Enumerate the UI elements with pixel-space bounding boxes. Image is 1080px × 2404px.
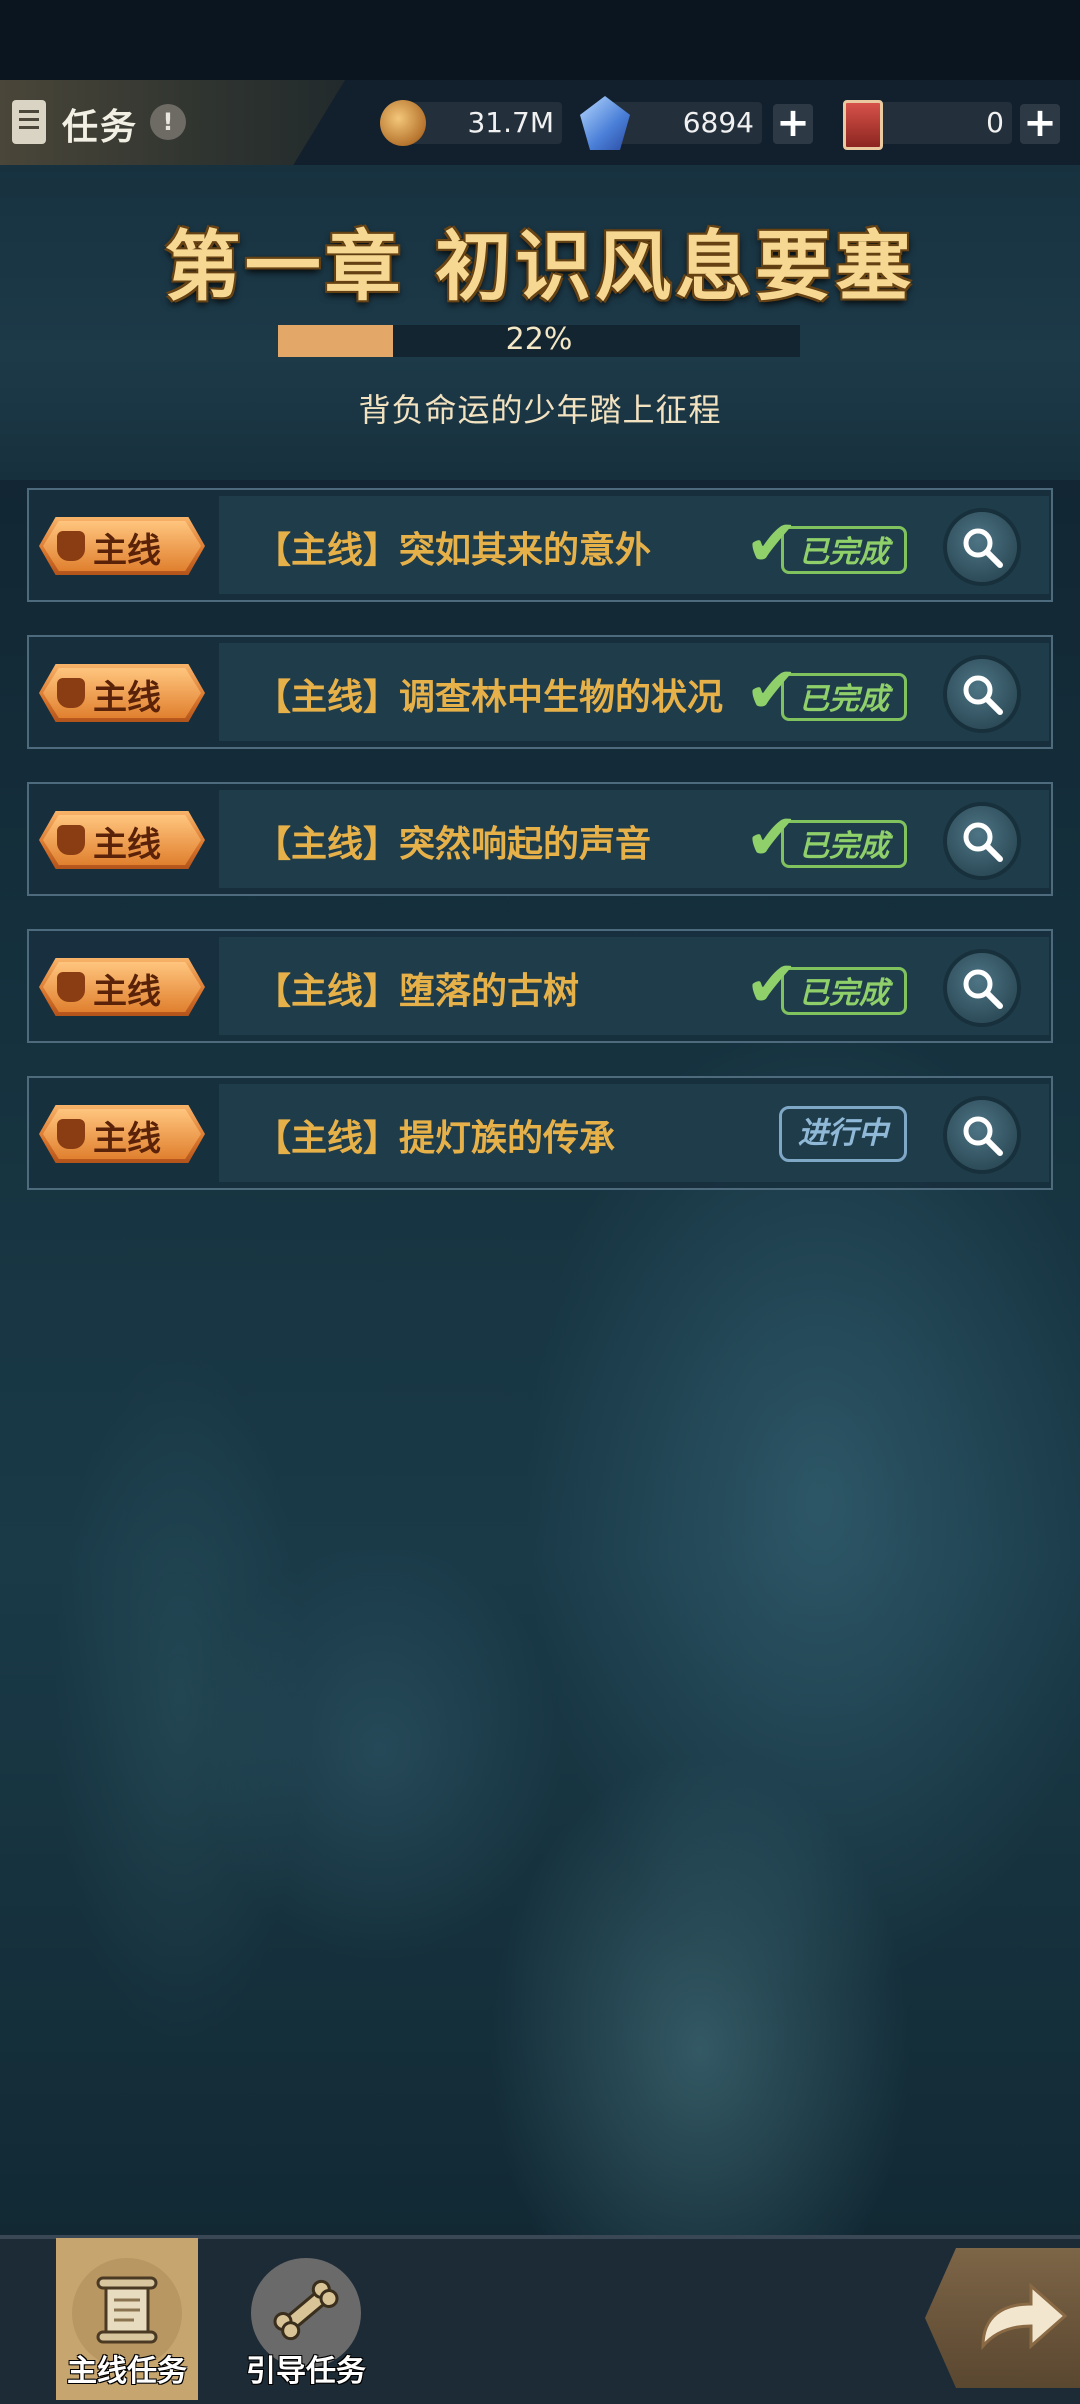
chapter-subtitle: 背负命运的少年踏上征程 bbox=[358, 391, 722, 429]
main-quest-badge: 主线 bbox=[39, 958, 205, 1016]
quest-name: 【主线】突然响起的声音 bbox=[255, 824, 652, 865]
badge-emblem-icon bbox=[57, 678, 85, 708]
page-title: 任务 bbox=[62, 107, 139, 148]
quest-search-button[interactable] bbox=[947, 659, 1017, 729]
search-icon bbox=[963, 822, 1003, 862]
quest-search-button[interactable] bbox=[947, 806, 1017, 876]
tab-guide-quests[interactable]: 引导任务 bbox=[235, 2238, 377, 2400]
chapter-progress-text: 22% bbox=[505, 322, 573, 357]
quest-row[interactable]: 主线 【主线】堕落的古树 已完成 ✔ bbox=[27, 929, 1053, 1043]
status-completed: 已完成 ✔ bbox=[741, 804, 911, 876]
quest-row[interactable]: 主线 【主线】突然响起的声音 已完成 ✔ bbox=[27, 782, 1053, 896]
badge-label: 主线 bbox=[93, 531, 161, 571]
badge-label: 主线 bbox=[93, 678, 161, 718]
quest-row[interactable]: 主线 【主线】突如其来的意外 已完成 ✔ bbox=[27, 488, 1053, 602]
quest-name: 【主线】提灯族的传承 bbox=[255, 1118, 616, 1159]
status-completed-label: 已完成 bbox=[781, 820, 907, 868]
check-icon: ✔ bbox=[745, 801, 799, 875]
status-completed-label: 已完成 bbox=[781, 526, 907, 574]
status-completed-label: 已完成 bbox=[781, 967, 907, 1015]
status-in-progress: 进行中 bbox=[779, 1106, 907, 1162]
badge-emblem-icon bbox=[57, 972, 85, 1002]
status-completed-label: 已完成 bbox=[781, 673, 907, 721]
status-bar bbox=[0, 0, 1080, 80]
main-quest-badge: 主线 bbox=[39, 811, 205, 869]
quest-name: 【主线】调查林中生物的状况 bbox=[255, 677, 724, 718]
card-icon bbox=[843, 100, 883, 150]
return-button[interactable] bbox=[925, 2248, 1080, 2388]
arrow-return-icon bbox=[981, 2282, 1068, 2351]
tab-main-quests-label: 主线任务 bbox=[67, 2354, 187, 2389]
search-icon bbox=[963, 675, 1003, 715]
badge-emblem-icon bbox=[57, 825, 85, 855]
main-quest-badge: 主线 bbox=[39, 517, 205, 575]
badge-label: 主线 bbox=[93, 1119, 161, 1159]
quest-name: 【主线】突如其来的意外 bbox=[255, 530, 652, 571]
add-gem-button[interactable]: + bbox=[773, 103, 813, 144]
main-quest-badge: 主线 bbox=[39, 664, 205, 722]
quest-name: 【主线】堕落的古树 bbox=[255, 971, 580, 1012]
status-completed: 已完成 ✔ bbox=[741, 951, 911, 1023]
badge-label: 主线 bbox=[93, 825, 161, 865]
check-icon: ✔ bbox=[745, 948, 799, 1022]
badge-label: 主线 bbox=[93, 972, 161, 1012]
tab-guide-quests-label: 引导任务 bbox=[246, 2354, 366, 2389]
search-icon bbox=[963, 1116, 1003, 1156]
search-icon bbox=[963, 528, 1003, 568]
quest-row[interactable]: 主线 【主线】调查林中生物的状况 已完成 ✔ bbox=[27, 635, 1053, 749]
status-completed: 已完成 ✔ bbox=[741, 510, 911, 582]
quest-search-button[interactable] bbox=[947, 1100, 1017, 1170]
add-card-button[interactable]: + bbox=[1020, 103, 1060, 144]
badge-emblem-icon bbox=[57, 1119, 85, 1149]
chapter-title: 第一章 初识风息要塞 bbox=[164, 222, 916, 311]
search-icon bbox=[963, 969, 1003, 1009]
main-quest-badge: 主线 bbox=[39, 1105, 205, 1163]
quest-search-button[interactable] bbox=[947, 953, 1017, 1023]
quest-row[interactable]: 主线 【主线】提灯族的传承 进行中 bbox=[27, 1076, 1053, 1190]
scroll-icon bbox=[96, 2276, 158, 2344]
tab-main-quests[interactable]: 主线任务 bbox=[56, 2238, 198, 2400]
gold-coin-icon bbox=[380, 100, 426, 146]
badge-emblem-icon bbox=[57, 531, 85, 561]
document-icon bbox=[12, 100, 46, 144]
bone-icon bbox=[273, 2279, 339, 2341]
check-icon: ✔ bbox=[745, 507, 799, 581]
status-completed: 已完成 ✔ bbox=[741, 657, 911, 729]
info-icon[interactable]: ! bbox=[150, 104, 186, 140]
quest-search-button[interactable] bbox=[947, 512, 1017, 582]
check-icon: ✔ bbox=[745, 654, 799, 728]
